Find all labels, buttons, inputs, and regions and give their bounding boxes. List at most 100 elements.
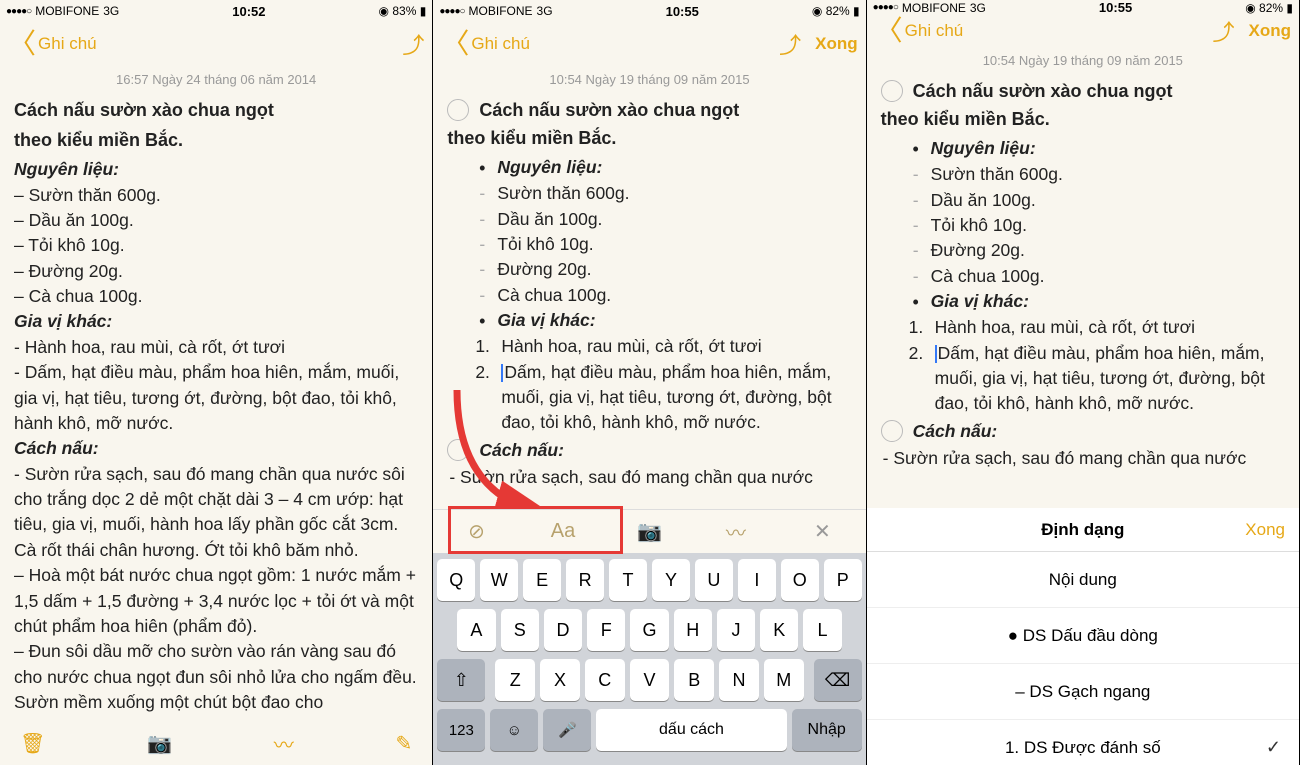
format-option-dashed[interactable]: – DS Gạch ngang [867,664,1299,720]
section-heading: Cách nấu: [913,419,998,444]
camera-icon[interactable]: 📷 [629,519,669,544]
backspace-key[interactable]: ⌫ [814,659,862,701]
signal-dots: ●●●●○ [6,6,31,17]
compose-icon[interactable]: ✎ [396,731,413,756]
key-b[interactable]: B [674,659,714,701]
note-body[interactable]: Cách nấu sườn xào chua ngọt theo kiểu mi… [867,78,1299,508]
checkbox-circle[interactable] [447,99,469,121]
share-icon[interactable]: ⤴ [402,28,424,60]
key-l[interactable]: L [803,609,841,651]
key-i[interactable]: I [738,559,776,601]
key-c[interactable]: C [585,659,625,701]
key-j[interactable]: J [717,609,755,651]
key-v[interactable]: V [630,659,670,701]
section-heading: Nguyên liệu: [497,155,851,181]
section-heading: Nguyên liệu: [14,157,418,182]
number-key[interactable]: 123 [437,709,485,751]
key-r[interactable]: R [566,559,604,601]
ingredient-item: Dầu ăn 100g. [497,207,851,232]
shift-key[interactable]: ⇧ [437,659,485,701]
key-y[interactable]: Y [652,559,690,601]
key-n[interactable]: N [719,659,759,701]
close-icon[interactable]: ✕ [802,519,842,544]
checklist-row: Cách nấu: [447,438,851,463]
clock: 10:55 [666,4,699,19]
key-e[interactable]: E [523,559,561,601]
ingredient-item: Tỏi khô 10g. [14,233,418,258]
checkbox-circle[interactable] [881,80,903,102]
key-q[interactable]: Q [437,559,475,601]
checklist-icon[interactable]: ⊘ [457,519,497,544]
note-title-line2: theo kiểu miền Bắc. [447,125,851,151]
format-done-button[interactable]: Xong [1245,520,1285,540]
network: 3G [970,1,986,15]
key-t[interactable]: T [609,559,647,601]
key-m[interactable]: M [764,659,804,701]
done-button[interactable]: Xong [815,34,858,54]
key-x[interactable]: X [540,659,580,701]
section-heading: Cách nấu: [479,438,564,463]
key-k[interactable]: K [760,609,798,651]
checkbox-circle[interactable] [447,439,469,461]
key-s[interactable]: S [501,609,539,651]
key-a[interactable]: A [457,609,495,651]
step-item: Đun sôi dầu mỡ cho sườn vào rán vàng sau… [14,639,418,715]
share-icon[interactable]: ⤴ [779,28,801,60]
ingredient-item: Tỏi khô 10g. [497,232,851,257]
key-g[interactable]: G [630,609,668,651]
sketch-icon[interactable]: 〰 [716,517,756,546]
ingredient-item: Cà chua 100g. [931,264,1285,289]
chevron-left-icon: 〈 [441,30,469,58]
checkbox-circle[interactable] [881,420,903,442]
key-o[interactable]: O [781,559,819,601]
mic-key[interactable]: 🎤 [543,709,591,751]
ingredient-item: Cà chua 100g. [497,283,851,308]
format-option-numbered[interactable]: 1. DS Được đánh số ✓ [867,720,1299,765]
camera-icon[interactable]: 📷 [147,731,172,756]
clock: 10:55 [1099,0,1132,15]
ingredient-item: Tỏi khô 10g. [931,213,1285,238]
trash-icon[interactable]: 🗑 [20,731,45,756]
note-body[interactable]: Cách nấu sườn xào chua ngọt theo kiểu mi… [433,97,865,509]
signal-dots: ●●●●○ [439,6,464,17]
note-body[interactable]: Cách nấu sườn xào chua ngọt theo kiểu mi… [0,97,432,721]
key-f[interactable]: F [587,609,625,651]
back-button[interactable]: 〈 Ghi chú [441,30,530,58]
spice-item: Hành hoa, rau mùi, cà rốt, ớt tươi [14,335,418,360]
format-option-bulleted[interactable]: ● DS Dấu đầu dòng [867,608,1299,664]
sketch-icon[interactable]: 〰 [274,729,294,758]
key-z[interactable]: Z [495,659,535,701]
share-icon[interactable]: ⤴ [1212,15,1234,47]
back-button[interactable]: 〈 Ghi chú [8,30,97,58]
format-sheet-header: Định dạng Xong [867,508,1299,552]
battery-percent: ◉ 82% ▮ [1245,1,1293,15]
key-d[interactable]: D [544,609,582,651]
carrier: MOBIFONE [469,4,533,18]
key-h[interactable]: H [674,609,712,651]
key-p[interactable]: P [824,559,862,601]
back-button[interactable]: 〈 Ghi chú [875,17,964,45]
signal-dots: ●●●●○ [873,2,898,13]
list-item: Dấm, hạt điều màu, phẩm hoa hiên, mắm, m… [501,360,851,436]
phone-3: ●●●●○ MOBIFONE 3G 10:55 ◉ 82% ▮ 〈 Ghi ch… [867,0,1300,765]
key-w[interactable]: W [480,559,518,601]
ingredient-item: Cà chua 100g. [14,284,418,309]
note-title-line1: Cách nấu sườn xào chua ngọt [479,97,739,123]
ingredient-item: Đường 20g. [14,259,418,284]
emoji-key[interactable]: ☺ [490,709,538,751]
section-heading: Gia vị khác: [497,308,851,334]
battery-percent: ◉ 83% ▮ [379,4,427,18]
return-key[interactable]: Nhập [792,709,862,751]
phone-1: ●●●●○ MOBIFONE 3G 10:52 ◉ 83% ▮ 〈 Ghi ch… [0,0,433,765]
key-u[interactable]: U [695,559,733,601]
space-key[interactable]: dấu cách [596,709,786,751]
checkmark-icon: ✓ [1266,737,1281,758]
note-title-line2: theo kiểu miền Bắc. [881,106,1285,132]
format-option-body[interactable]: Nội dung [867,552,1299,608]
ingredient-item: Dầu ăn 100g. [14,208,418,233]
ingredient-item: Sườn thăn 600g. [14,183,418,208]
text-format-icon[interactable]: Aa [543,520,583,543]
done-button[interactable]: Xong [1248,21,1291,41]
list-item: Hành hoa, rau mùi, cà rốt, ớt tươi [501,334,851,359]
section-heading: Gia vị khác: [14,309,418,334]
